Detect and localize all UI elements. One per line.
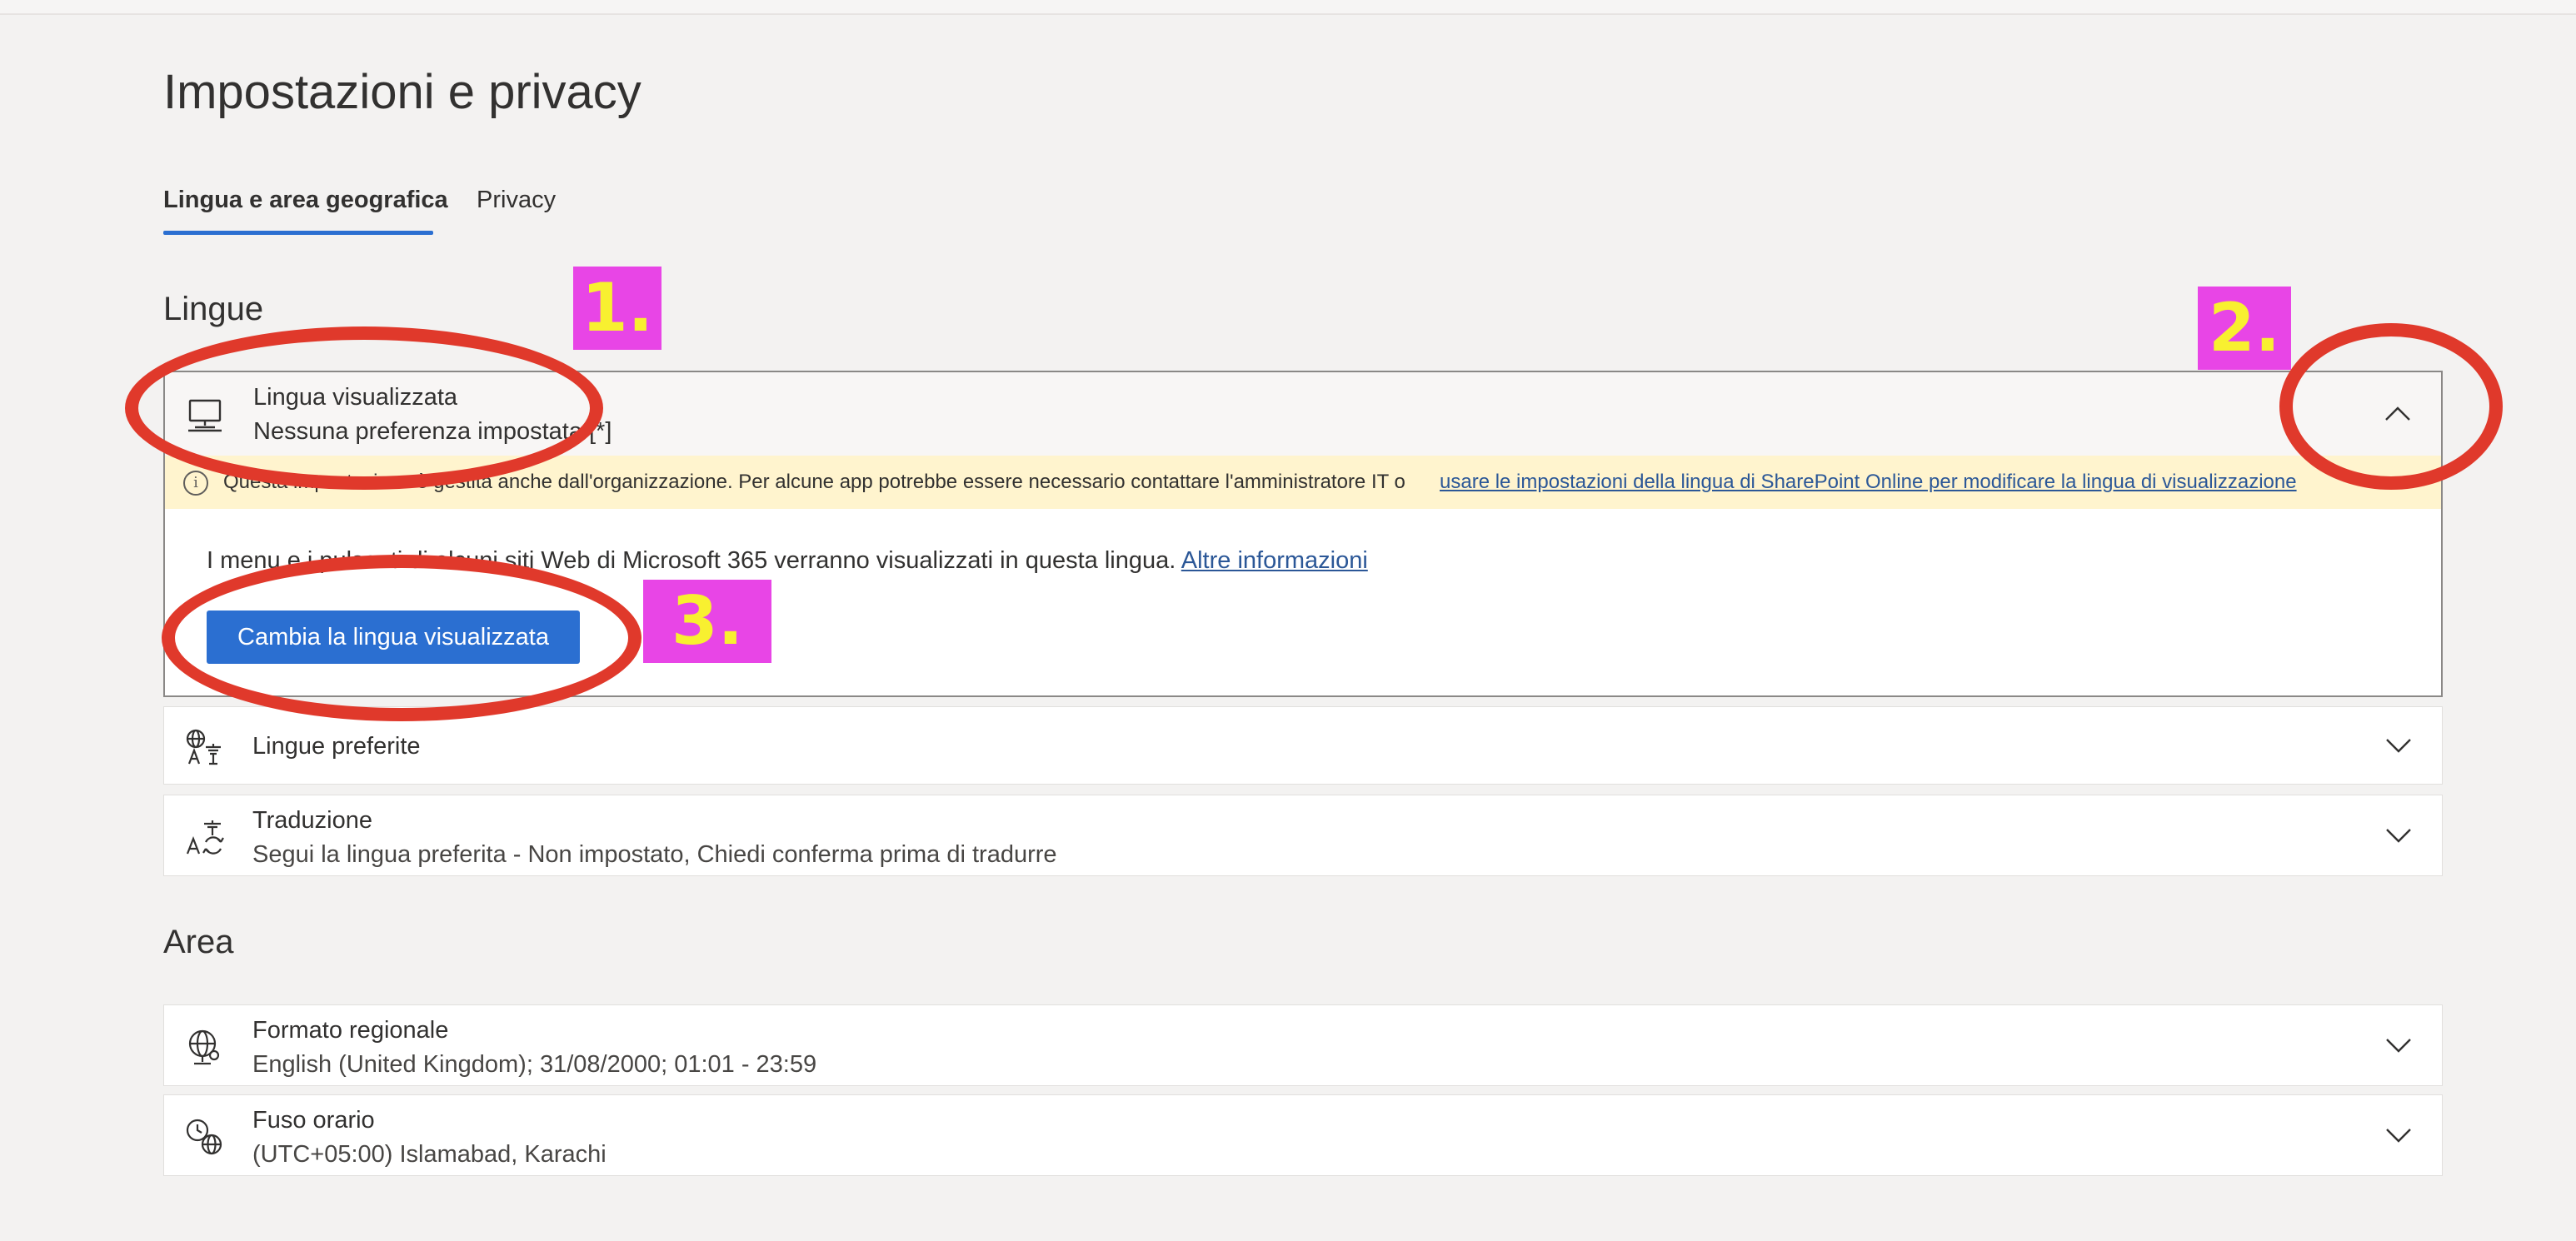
top-border	[0, 0, 2576, 15]
sharepoint-language-link[interactable]: usare le impostazioni della lingua di Sh…	[1440, 456, 2297, 509]
language-icon	[184, 727, 224, 767]
translation-title: Traduzione	[252, 807, 373, 834]
display-language-value: Nessuna preferenza impostata [*]	[253, 418, 612, 445]
time-zone-value: (UTC+05:00) Islamabad, Karachi	[252, 1141, 607, 1168]
section-title-area: Area	[163, 924, 234, 960]
tab-language-region[interactable]: Lingua e area geografica	[163, 180, 448, 235]
chevron-down-icon[interactable]	[2382, 1029, 2415, 1062]
managed-setting-notice: i Questa impostazione è gestita anche da…	[165, 456, 2441, 509]
time-zone-card[interactable]: Fuso orario (UTC+05:00) Islamabad, Karac…	[163, 1094, 2443, 1176]
translation-value: Segui la lingua preferita - Non impostat…	[252, 841, 1057, 868]
display-language-card: Lingua visualizzata Nessuna preferenza i…	[163, 371, 2443, 697]
chevron-down-icon[interactable]	[2382, 1119, 2415, 1152]
clock-globe-icon	[184, 1117, 224, 1157]
tab-privacy[interactable]: Privacy	[477, 180, 556, 235]
display-language-title: Lingua visualizzata	[253, 384, 458, 411]
change-display-language-button[interactable]: Cambia la lingua visualizzata	[207, 611, 580, 664]
preferred-languages-title: Lingue preferite	[252, 733, 421, 760]
chevron-down-icon[interactable]	[2382, 729, 2415, 762]
section-title-languages: Lingue	[163, 291, 264, 327]
regional-format-value: English (United Kingdom); 31/08/2000; 01…	[252, 1051, 817, 1078]
callout-step-3: 3.	[643, 580, 771, 663]
page-title: Impostazioni e privacy	[163, 65, 642, 119]
display-language-description: I menu e i pulsanti di alcuni siti Web d…	[207, 544, 1368, 577]
chevron-up-icon[interactable]	[2381, 397, 2414, 431]
info-icon: i	[183, 471, 208, 496]
callout-step-1: 1.	[573, 267, 661, 350]
notice-text: Questa impostazione è gestita anche dall…	[223, 471, 1405, 493]
regional-format-title: Formato regionale	[252, 1017, 449, 1044]
description-text: I menu e i pulsanti di alcuni siti Web d…	[207, 547, 1176, 574]
monitor-icon	[185, 394, 225, 434]
more-info-link[interactable]: Altre informazioni	[1181, 547, 1368, 574]
regional-format-card[interactable]: Formato regionale English (United Kingdo…	[163, 1004, 2443, 1086]
callout-step-2: 2.	[2198, 287, 2291, 370]
translate-icon	[184, 817, 224, 857]
preferred-languages-card[interactable]: Lingue preferite	[163, 706, 2443, 785]
globe-settings-icon	[184, 1027, 224, 1067]
time-zone-title: Fuso orario	[252, 1107, 375, 1134]
chevron-down-icon[interactable]	[2382, 819, 2415, 852]
translation-card[interactable]: Traduzione Segui la lingua preferita - N…	[163, 795, 2443, 876]
display-language-header[interactable]: Lingua visualizzata Nessuna preferenza i…	[165, 372, 2441, 456]
